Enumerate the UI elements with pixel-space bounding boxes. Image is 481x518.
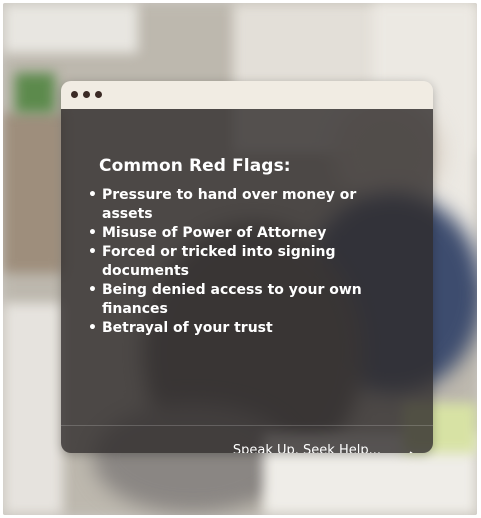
card-titlebar — [61, 81, 433, 109]
speak-up-label: Speak Up. Seek Help... — [232, 443, 381, 453]
list-item: Being denied access to your own finances — [87, 281, 387, 319]
window-dot-icon — [71, 91, 78, 98]
background-photo-frame: Common Red Flags: Pressure to hand over … — [3, 3, 477, 515]
card-body: Common Red Flags: Pressure to hand over … — [61, 109, 433, 453]
red-flags-card: Common Red Flags: Pressure to hand over … — [61, 81, 433, 453]
window-dots — [71, 91, 102, 98]
card-title: Common Red Flags: — [99, 156, 291, 176]
list-item: Betrayal of your trust — [87, 319, 387, 338]
list-item: Misuse of Power of Attorney — [87, 224, 387, 243]
red-flags-list: Pressure to hand over money or assets Mi… — [87, 186, 387, 338]
list-item: Forced or tricked into signing documents — [87, 243, 387, 281]
list-item: Pressure to hand over money or assets — [87, 186, 387, 224]
arrow-right-icon[interactable] — [389, 448, 419, 453]
window-dot-icon — [83, 91, 90, 98]
window-dot-icon — [95, 91, 102, 98]
speak-up-link[interactable]: Speak Up. Seek Help... — [61, 426, 433, 453]
